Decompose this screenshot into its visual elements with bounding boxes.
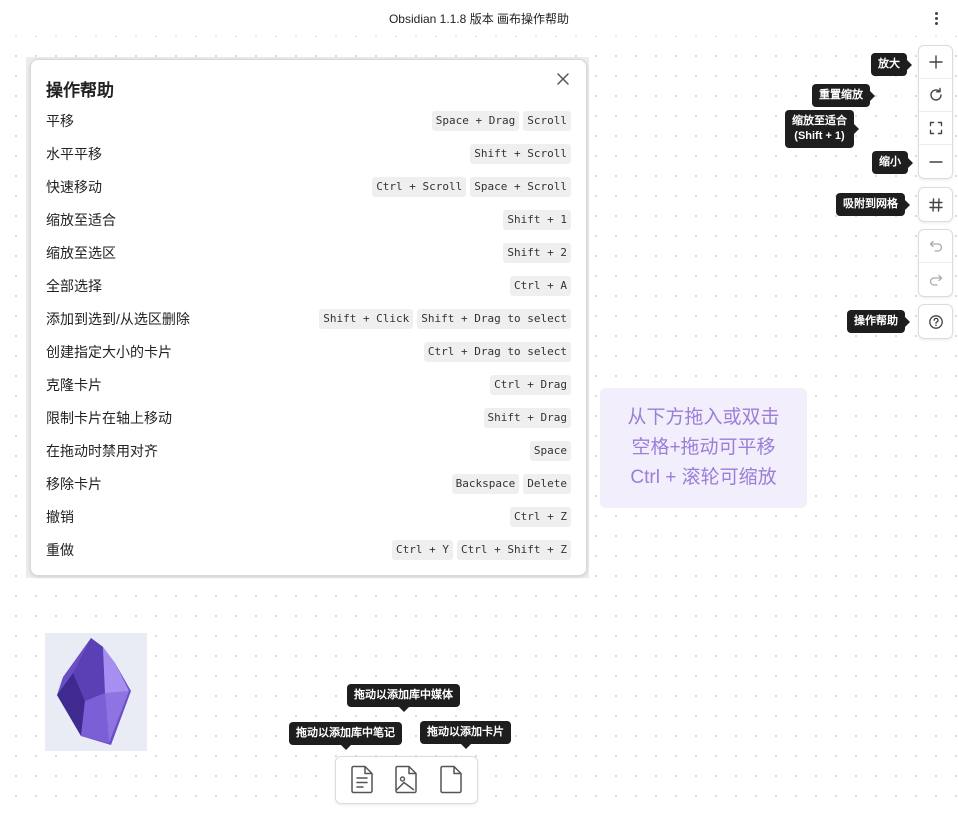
tooltip-add-media: 拖动以添加库中媒体 [347,684,460,712]
tooltip-line: (Shift + 1) [794,130,845,142]
tooltip-add-card: 拖动以添加卡片 [420,721,511,749]
shortcut-key: Ctrl + Drag [490,375,571,395]
shortcut-key: Ctrl + Drag to select [423,342,571,362]
redo-button[interactable] [919,263,952,296]
tooltip-zoom-out: 缩小 [872,151,913,174]
help-row-disable-snap: 在拖动时禁用对齐 Space [46,438,571,464]
file-image-icon [395,765,418,794]
help-row-label: 添加到选到/从选区删除 [46,311,190,327]
help-circle-icon [928,314,943,329]
zoom-out-button[interactable] [919,145,952,178]
help-row-axis-lock: 限制卡片在轴上移动 Shift + Drag [46,405,571,431]
shortcut-key: Space [529,441,571,461]
tooltip-zoom-in: 放大 [871,53,912,76]
shortcut-key: Ctrl + A [510,276,571,296]
file-text-icon [351,765,373,794]
undo-icon [929,240,942,252]
shortcut-key: Ctrl + Y [392,540,454,560]
add-media-button[interactable] [390,764,422,796]
help-row-label: 平移 [46,113,74,129]
window-title: Obsidian 1.1.8 版本 画布操作帮助 [388,12,570,26]
help-row-label: 撤销 [46,509,74,525]
help-row-select-all: 全部选择 Ctrl + A [46,273,571,299]
help-row-label: 限制卡片在轴上移动 [46,410,172,426]
shortcut-key: Backspace [451,474,520,494]
zoom-controls [918,45,953,179]
tooltip-add-note: 拖动以添加库中笔记 [289,722,402,750]
canvas-hint: 从下方拖入或双击 空格+拖动可平移 Ctrl + 滚轮可缩放 [600,388,807,508]
undo-button[interactable] [919,230,952,263]
minus-icon [928,160,943,163]
shortcut-key: Shift + 2 [503,243,571,263]
help-row-label: 移除卡片 [46,476,102,492]
help-row-undo: 撤销 Ctrl + Z [46,504,571,530]
help-row-create-sized-card: 创建指定大小的卡片 Ctrl + Drag to select [46,339,571,365]
help-controls [918,304,953,339]
help-modal: 操作帮助 平移 Space + Drag Scroll 水平平移 Shift + … [30,59,587,576]
help-row-fast-move: 快速移动 Ctrl + Scroll Space + Scroll [46,174,571,200]
hint-line: 空格+拖动可平移 [631,437,776,458]
snap-controls [918,187,953,222]
help-row-label: 水平平移 [46,146,102,162]
hint-line: 从下方拖入或双击 [627,407,780,428]
grid-hash-icon [928,197,943,212]
shortcut-key: Shift + Click [319,309,414,329]
tooltip-zoom-fit: 缩放至适合 (Shift + 1) [785,110,859,148]
shortcut-key: Space + Drag [431,111,520,131]
hint-line: Ctrl + 滚轮可缩放 [630,467,777,488]
obsidian-logo [45,633,147,751]
shortcut-key: Shift + Drag to select [417,309,571,329]
tooltip-snap-grid: 吸附到网格 [836,193,910,216]
more-vertical-icon[interactable] [928,8,944,28]
history-controls [918,229,953,297]
tooltip-line: 缩放至适合 [792,115,847,127]
help-row-zoom-selection: 缩放至选区 Shift + 2 [46,240,571,266]
shortcut-key: Shift + Drag [483,408,571,428]
help-row-label: 快速移动 [46,179,102,195]
help-modal-title: 操作帮助 [46,81,114,100]
help-row-redo: 重做 Ctrl + Y Ctrl + Shift + Z [46,537,571,563]
close-icon[interactable] [554,70,572,88]
redo-icon [929,274,942,286]
help-row-label: 重做 [46,542,74,558]
help-button[interactable] [919,305,952,338]
help-row-label: 在拖动时禁用对齐 [46,443,158,459]
help-row-zoom-fit: 缩放至适合 Shift + 1 [46,207,571,233]
snap-to-grid-button[interactable] [919,188,952,221]
add-note-button[interactable] [346,764,378,796]
help-row-pan: 平移 Space + Drag Scroll [46,108,571,134]
help-row-label: 缩放至选区 [46,245,116,261]
add-node-toolbar [335,756,478,804]
help-row-toggle-selection: 添加到选到/从选区删除 Shift + Click Shift + Drag to… [46,306,571,332]
shortcut-key: Ctrl + Scroll [372,177,467,197]
tooltip-reset-zoom: 重置缩放 [812,84,875,107]
shortcut-key: Space + Scroll [470,177,571,197]
zoom-fit-button[interactable] [919,112,952,145]
shortcut-key: Scroll [523,111,571,131]
tooltip-help: 操作帮助 [847,310,910,333]
shortcut-key: Ctrl + Shift + Z [457,540,571,560]
help-row-label: 克隆卡片 [46,377,102,393]
zoom-in-button[interactable] [919,46,952,79]
help-row-label: 缩放至适合 [46,212,116,228]
help-row-clone-card: 克隆卡片 Ctrl + Drag [46,372,571,398]
help-row-label: 全部选择 [46,278,102,294]
reset-zoom-button[interactable] [919,79,952,112]
file-icon [440,765,462,794]
help-row-label: 创建指定大小的卡片 [46,344,172,360]
title-bar: Obsidian 1.1.8 版本 画布操作帮助 [0,0,958,36]
add-card-button[interactable] [435,764,467,796]
help-row-horizontal-pan: 水平平移 Shift + Scroll [46,141,571,167]
shortcut-key: Shift + 1 [503,210,571,230]
shortcut-key: Shift + Scroll [470,144,571,164]
rotate-cw-icon [929,87,942,101]
plus-icon [928,55,943,69]
help-row-remove-card: 移除卡片 Backspace Delete [46,471,571,497]
maximize-icon [929,121,942,135]
shortcut-key: Delete [523,474,571,494]
shortcut-key: Ctrl + Z [510,507,571,527]
